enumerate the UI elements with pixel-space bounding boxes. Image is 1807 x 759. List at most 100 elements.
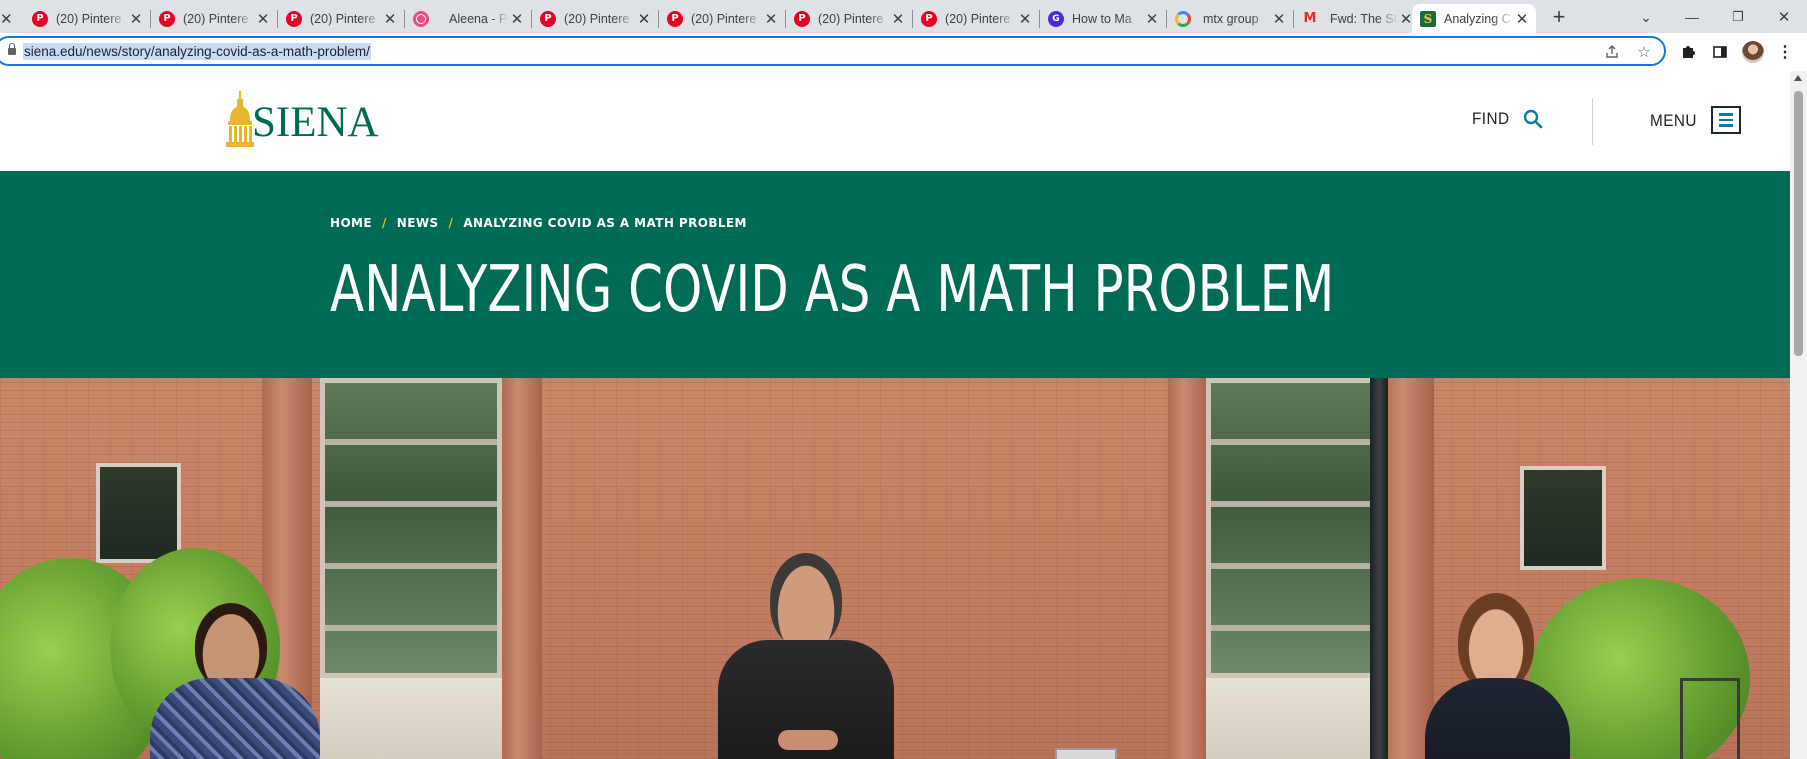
breadcrumb-home[interactable]: HOME xyxy=(330,216,372,230)
address-bar[interactable]: siena.edu/news/story/analyzing-covid-as-… xyxy=(0,36,1666,66)
hamburger-menu-icon[interactable] xyxy=(1711,106,1741,134)
browser-tab[interactable]: (20) Pintere ✕ xyxy=(659,4,785,33)
breadcrumb-news[interactable]: NEWS xyxy=(397,216,439,230)
browser-tab[interactable]: (20) Pintere ✕ xyxy=(24,4,150,33)
tab-title: (20) Pintere xyxy=(310,11,376,26)
photo-person-hands xyxy=(778,730,838,750)
dome-logo-icon xyxy=(226,91,254,147)
tab-search-icon[interactable]: ⌄ xyxy=(1631,4,1661,30)
photo-person-head xyxy=(770,553,842,648)
browser-tab[interactable]: (20) Pintere ✕ xyxy=(913,4,1039,33)
breadcrumb: HOME / NEWS / ANALYZING COVID AS A MATH … xyxy=(330,216,747,230)
photo-person-body xyxy=(150,678,320,759)
close-icon[interactable]: ✕ xyxy=(255,11,271,28)
close-icon[interactable]: ✕ xyxy=(1144,11,1160,28)
photo-small-window xyxy=(1520,466,1606,570)
browser-tab[interactable]: How to Ma ✕ xyxy=(1040,4,1166,33)
browser-tab[interactable]: Aleena - Pe ✕ xyxy=(405,4,531,33)
google-icon xyxy=(1175,10,1191,27)
pinterest-icon xyxy=(794,10,810,27)
new-tab-button[interactable]: + xyxy=(1544,4,1574,30)
minimize-icon[interactable]: — xyxy=(1677,4,1707,30)
photo-pilaster xyxy=(502,378,542,759)
close-icon[interactable]: ✕ xyxy=(890,11,906,28)
tab-title: (20) Pintere xyxy=(564,11,630,26)
close-icon[interactable]: ✕ xyxy=(128,11,144,28)
browser-tab-active[interactable]: Analyzing C ✕ xyxy=(1412,4,1536,33)
photo-concrete-base xyxy=(1206,678,1382,759)
photo-railing xyxy=(1680,678,1740,759)
pinterest-icon xyxy=(286,10,302,27)
url-text[interactable]: siena.edu/news/story/analyzing-covid-as-… xyxy=(23,43,371,60)
siena-logo[interactable]: SIENA xyxy=(226,87,379,147)
tab-title: (20) Pintere xyxy=(183,11,249,26)
photo-pilaster xyxy=(1382,378,1434,759)
photo-person-head xyxy=(195,603,267,689)
bookmark-star-icon[interactable]: ☆ xyxy=(1634,42,1654,62)
find-label[interactable]: FIND xyxy=(1472,109,1510,129)
side-panel-icon[interactable] xyxy=(1709,41,1731,63)
gmail-icon xyxy=(1302,11,1318,27)
page-scrollbar[interactable] xyxy=(1790,71,1807,759)
restore-icon[interactable]: ❐ xyxy=(1723,4,1753,30)
close-icon[interactable]: ✕ xyxy=(636,11,652,28)
photo-concrete-base xyxy=(320,678,502,759)
kebab-menu-icon[interactable]: ⋮ xyxy=(1774,41,1796,63)
browser-tab[interactable]: (20) Pintere ✕ xyxy=(151,4,277,33)
menu-label[interactable]: MENU xyxy=(1650,111,1697,131)
scroll-up-arrow-icon[interactable] xyxy=(1794,75,1802,81)
browser-tab[interactable]: Fwd: The SC ✕ xyxy=(1294,4,1420,33)
close-icon[interactable]: ✕ xyxy=(1017,11,1033,28)
hero-photo xyxy=(0,378,1790,759)
page-title: ANALYZING COVID AS A MATH PROBLEM xyxy=(330,253,1335,327)
tab-title: Aleena - Pe xyxy=(449,11,509,26)
browser-tab[interactable]: mtx group ✕ xyxy=(1167,4,1293,33)
dribbble-icon xyxy=(413,10,429,27)
browser-tab[interactable]: (20) Pintere ✕ xyxy=(786,4,912,33)
tab-title: Analyzing C xyxy=(1444,11,1511,26)
close-icon[interactable]: ✕ xyxy=(509,11,525,28)
close-icon[interactable]: ✕ xyxy=(1514,11,1530,28)
logo-wordmark: SIENA xyxy=(252,99,379,146)
browser-tab-strip: ✕ (20) Pintere ✕ (20) Pintere ✕ (20) Pin… xyxy=(0,0,1807,33)
photo-window xyxy=(320,378,502,678)
scrollbar-thumb[interactable] xyxy=(1794,91,1803,356)
photo-vent xyxy=(1055,748,1117,759)
tab-title: How to Ma xyxy=(1072,11,1132,26)
site-header: SIENA FIND MENU xyxy=(0,71,1790,171)
tab-title: mtx group xyxy=(1203,11,1259,26)
profile-avatar[interactable] xyxy=(1742,41,1764,63)
tab-title: (20) Pintere xyxy=(945,11,1011,26)
close-icon[interactable]: ✕ xyxy=(763,11,779,28)
lock-icon[interactable] xyxy=(8,43,16,56)
browser-tab[interactable]: (20) Pintere ✕ xyxy=(532,4,658,33)
pinterest-icon xyxy=(159,10,175,27)
siena-icon xyxy=(1420,10,1436,27)
breadcrumb-separator: / xyxy=(448,216,454,230)
tab-close-partial[interactable]: ✕ xyxy=(0,4,14,33)
pinterest-icon xyxy=(667,10,683,27)
extensions-puzzle-icon[interactable] xyxy=(1677,41,1699,63)
photo-person-head xyxy=(1458,593,1534,691)
browser-toolbar: siena.edu/news/story/analyzing-covid-as-… xyxy=(0,33,1807,71)
window-close-icon[interactable]: ✕ xyxy=(1769,4,1799,30)
tab-title: (20) Pintere xyxy=(818,11,884,26)
pinterest-icon xyxy=(540,10,556,27)
gp-icon xyxy=(1048,10,1064,27)
photo-window xyxy=(1206,378,1382,678)
pinterest-icon xyxy=(921,10,937,27)
photo-lamp-post xyxy=(1370,378,1388,759)
close-icon[interactable]: ✕ xyxy=(382,11,398,28)
tab-title: (20) Pintere xyxy=(691,11,757,26)
close-icon[interactable]: ✕ xyxy=(1271,11,1287,28)
tab-title: (20) Pintere xyxy=(56,11,122,26)
search-icon[interactable] xyxy=(1523,109,1543,129)
tab-title: Fwd: The SC xyxy=(1330,11,1398,26)
share-icon[interactable] xyxy=(1602,42,1622,62)
close-icon[interactable]: ✕ xyxy=(0,11,13,28)
pinterest-icon xyxy=(32,10,48,27)
browser-tab[interactable]: (20) Pintere ✕ xyxy=(278,4,404,33)
header-divider xyxy=(1592,98,1593,145)
photo-small-window xyxy=(96,463,181,563)
breadcrumb-separator: / xyxy=(381,216,387,230)
